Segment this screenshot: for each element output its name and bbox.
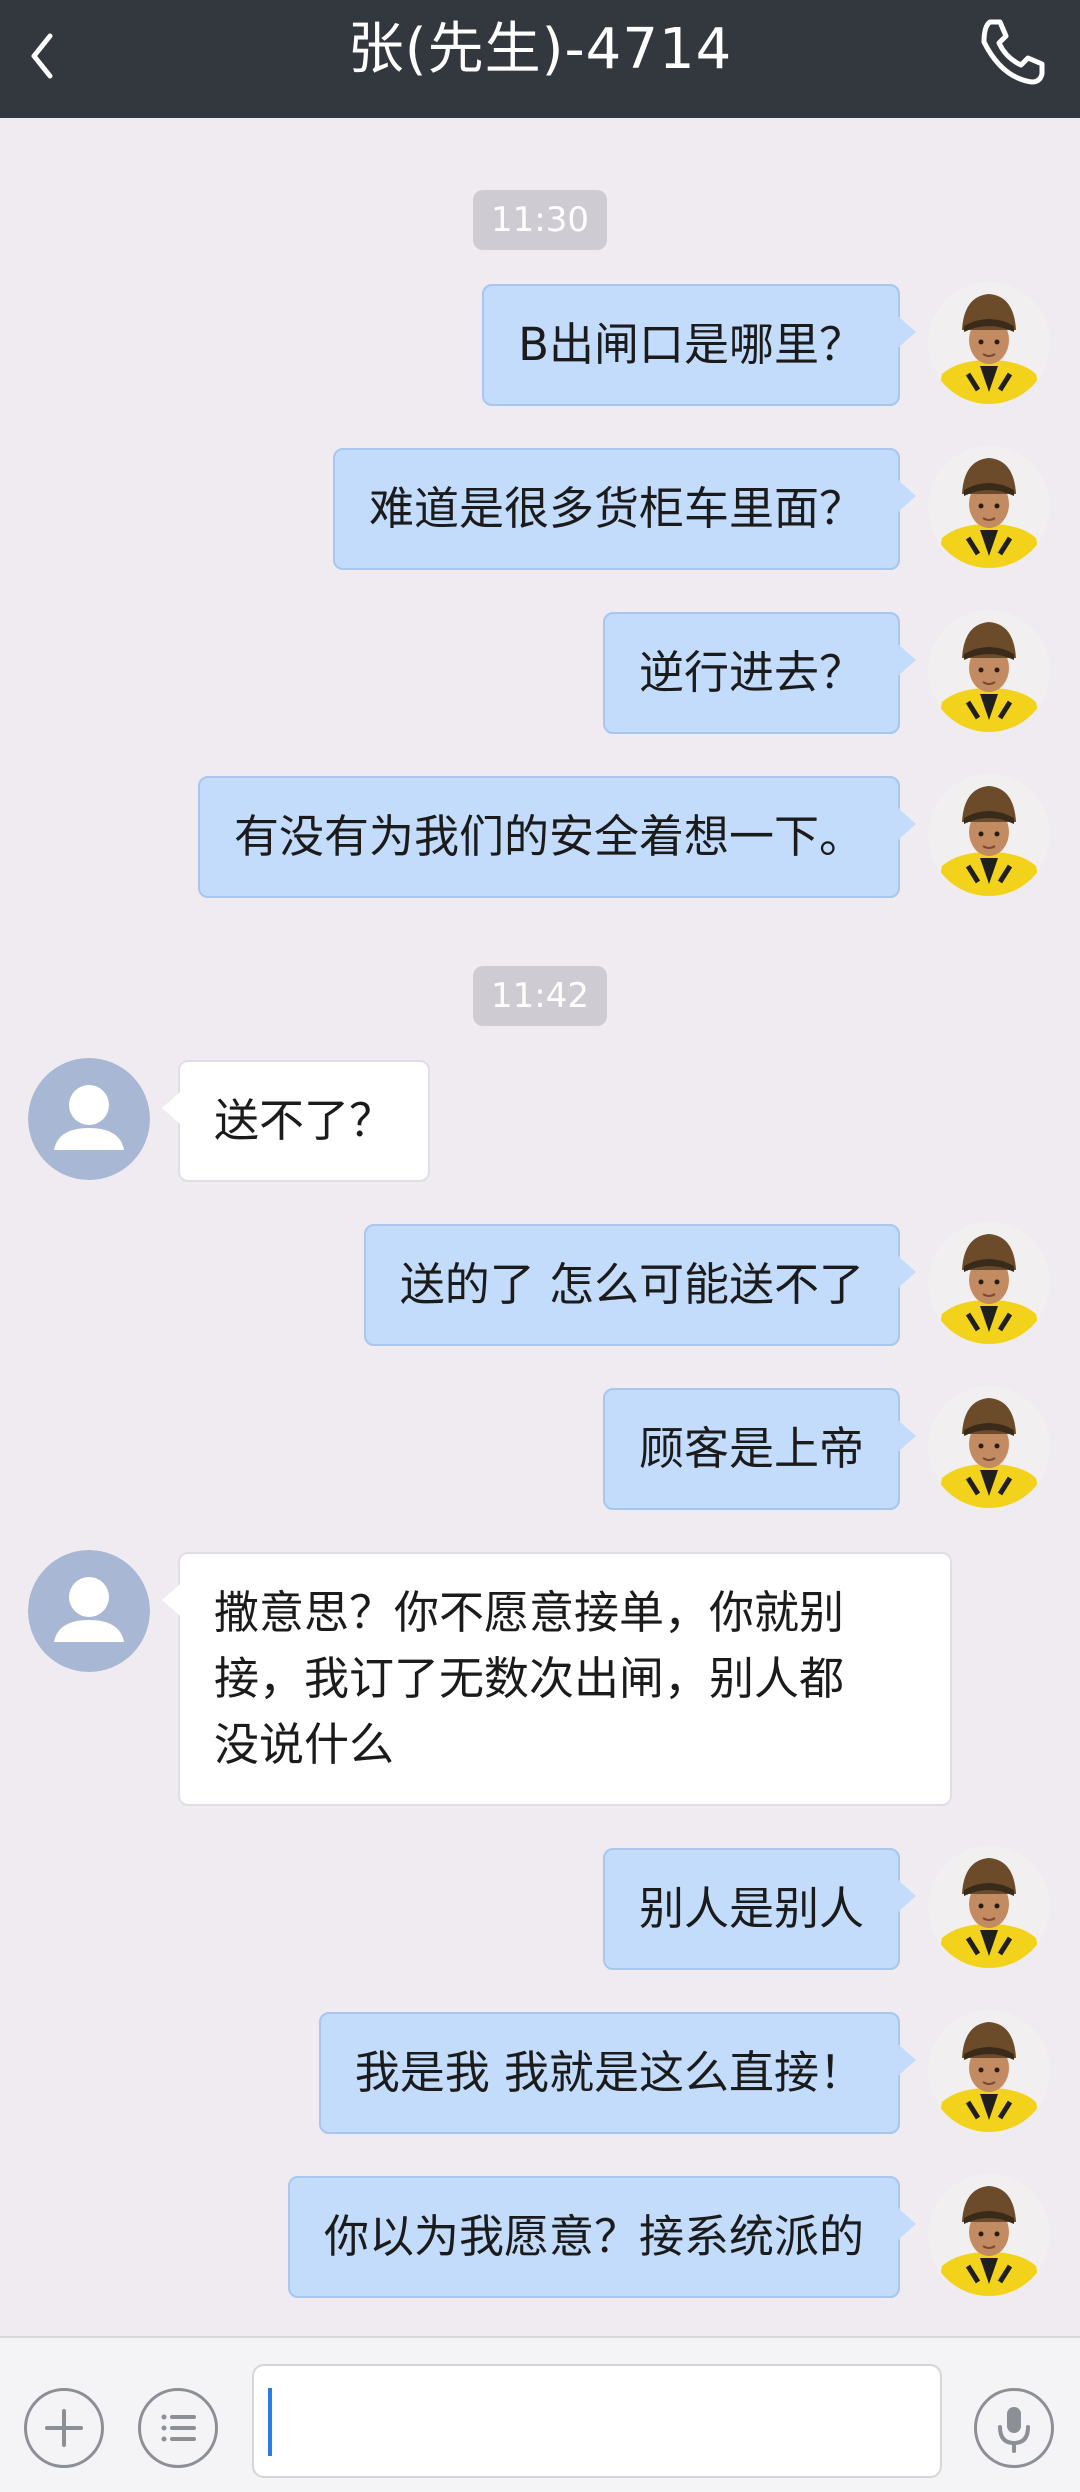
chat-area[interactable]: 11:30 B出闸口是哪里？ 难道是很多货柜车里面？ 逆行进去？ 有没有为我们的… — [0, 118, 1080, 2336]
text-cursor — [268, 2388, 272, 2456]
add-attachment-button[interactable] — [24, 2388, 104, 2468]
quick-reply-button[interactable] — [138, 2388, 218, 2468]
my-avatar[interactable] — [928, 1222, 1050, 1344]
my-avatar[interactable] — [928, 1846, 1050, 1968]
my-avatar[interactable] — [928, 282, 1050, 404]
message-bubble-mine[interactable]: 顾客是上帝 — [602, 1388, 917, 1510]
my-avatar[interactable] — [928, 446, 1050, 568]
chat-header: 张(先生)-4714 — [0, 0, 1080, 118]
contact-avatar[interactable] — [28, 1058, 150, 1180]
plus-icon — [45, 2409, 83, 2447]
message-input[interactable] — [252, 2364, 942, 2478]
my-avatar[interactable] — [928, 2174, 1050, 2296]
microphone-icon — [998, 2407, 1030, 2453]
contact-avatar[interactable] — [28, 1550, 150, 1672]
my-avatar[interactable] — [928, 774, 1050, 896]
message-bubble-mine[interactable]: 送的了 怎么可能送不了 — [363, 1224, 917, 1346]
call-button[interactable] — [972, 12, 1052, 92]
message-bubble-contact[interactable]: 撒意思？你不愿意接单，你就别 接，我订了无数次出闸，别人都 没说什么 — [162, 1552, 952, 1806]
timestamp: 11:30 — [0, 190, 1080, 250]
my-avatar[interactable] — [928, 610, 1050, 732]
timestamp: 11:42 — [0, 966, 1080, 1026]
list-icon — [161, 2414, 196, 2442]
my-avatar[interactable] — [928, 1386, 1050, 1508]
input-bar — [0, 2336, 1080, 2492]
contact-title: 张(先生)-4714 — [347, 17, 733, 82]
message-bubble-mine[interactable]: 我是我 我就是这么直接！ — [318, 2012, 917, 2134]
my-avatar[interactable] — [928, 2010, 1050, 2132]
phone-icon — [981, 19, 1045, 85]
message-bubble-mine[interactable]: B出闸口是哪里？ — [482, 284, 916, 406]
message-bubble-contact[interactable]: 送不了？ — [161, 1060, 431, 1182]
message-bubble-mine[interactable]: 有没有为我们的安全着想一下。 — [197, 776, 917, 898]
message-bubble-mine[interactable]: 逆行进去？ — [602, 612, 917, 734]
message-bubble-mine[interactable]: 难道是很多货柜车里面？ — [332, 448, 917, 570]
voice-input-button[interactable] — [974, 2388, 1054, 2468]
message-bubble-mine[interactable]: 别人是别人 — [602, 1848, 917, 1970]
message-bubble-mine[interactable]: 你以为我愿意？接系统派的 — [287, 2176, 917, 2298]
